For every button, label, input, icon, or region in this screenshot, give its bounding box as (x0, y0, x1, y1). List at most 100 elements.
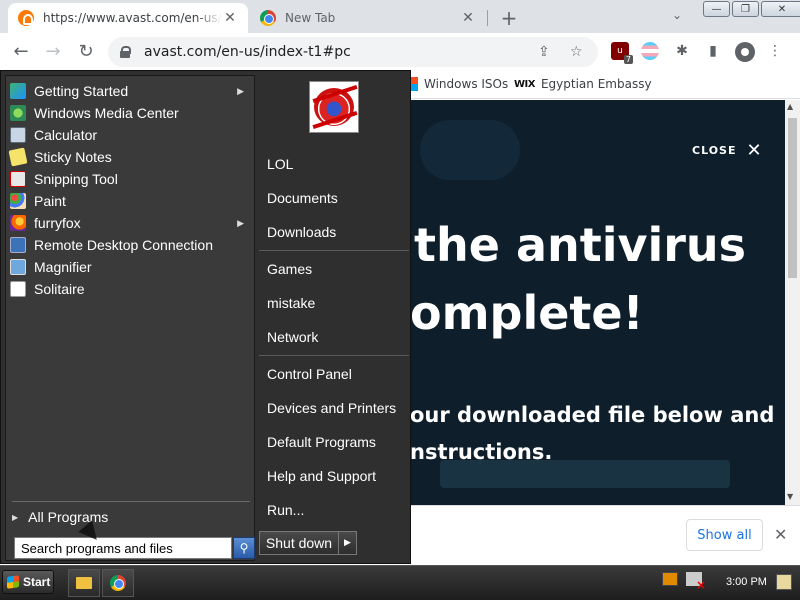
browser-toolbar: ← → ↻ avast.com/en-us/index-t1#pc ⇪ ☆ u … (0, 33, 800, 71)
bookmark-star-icon[interactable]: ☆ (570, 37, 583, 67)
paint-icon (10, 193, 26, 209)
program-solitaire[interactable]: Solitaire (10, 278, 250, 300)
snipping-tool-icon (10, 171, 26, 187)
faded-text-block (440, 460, 730, 488)
ublock-origin-icon[interactable]: u 7 (611, 42, 633, 64)
furryfox-icon (10, 215, 26, 231)
forward-button[interactable]: → (42, 41, 64, 62)
page-close-button[interactable]: CLOSE ✕ (692, 140, 763, 161)
start-link-lol[interactable]: LOL (257, 151, 407, 177)
browser-tab-bar: https://www.avast.com/en-us/index-t1#pc … (0, 0, 800, 33)
tab-title: New Tab (285, 11, 336, 25)
scrollbar-thumb[interactable] (788, 118, 797, 278)
windows-logo-icon (410, 77, 418, 91)
start-search-input[interactable]: Search programs and files (14, 537, 232, 559)
tab-close-button[interactable]: ✕ (460, 10, 476, 26)
window-close-button[interactable]: ✕ (761, 1, 800, 17)
tab-title: https://www.avast.com/en-us/index-t1#pc (43, 11, 222, 25)
start-link-network[interactable]: Network (257, 324, 407, 350)
start-button[interactable]: Start (2, 570, 54, 594)
back-button[interactable]: ← (10, 41, 32, 62)
all-programs-button[interactable]: ▶ All Programs (12, 507, 250, 527)
program-label: Windows Media Center (34, 105, 179, 121)
tab-new-tab[interactable]: New Tab ✕ (250, 3, 486, 33)
chrome-icon (260, 10, 276, 26)
program-furryfox[interactable]: furryfox ▶ (10, 212, 250, 234)
taskbar-clock[interactable]: 3:00 PM (726, 576, 767, 588)
page-scrollbar[interactable]: ▲ ▼ (785, 100, 800, 505)
instruction-line-1: our downloaded file below and (410, 403, 775, 427)
shut-down-options-button[interactable]: ▶ (339, 531, 357, 555)
headline-line-2: omplete! (410, 286, 644, 340)
bookmark-label: Windows ISOs (424, 77, 509, 91)
reload-button[interactable]: ↻ (75, 41, 97, 62)
side-panel-icon[interactable]: ▮ (704, 42, 722, 60)
minimize-button[interactable]: — (703, 1, 730, 17)
ublock-badge: 7 (623, 55, 633, 64)
submenu-arrow-icon: ▶ (237, 217, 244, 228)
program-label: Sticky Notes (34, 149, 112, 165)
extensions-puzzle-icon[interactable]: ✱ (673, 42, 691, 60)
program-remote-desktop-connection[interactable]: Remote Desktop Connection (10, 234, 250, 256)
start-right-divider (259, 355, 409, 356)
tab-search-button[interactable]: ⌄ (672, 8, 682, 22)
program-getting-started[interactable]: Getting Started ▶ (10, 80, 250, 102)
program-paint[interactable]: Paint (10, 190, 250, 212)
start-link-mistake[interactable]: mistake (257, 290, 407, 316)
submenu-arrow-icon: ▶ (237, 85, 244, 96)
profile-avatar-icon[interactable] (735, 42, 755, 62)
address-bar[interactable]: avast.com/en-us/index-t1#pc ⇪ ☆ (108, 37, 598, 67)
action-center-icon[interactable] (776, 574, 792, 590)
start-link-games[interactable]: Games (257, 256, 407, 282)
program-snipping-tool[interactable]: Snipping Tool (10, 168, 250, 190)
program-sticky-notes[interactable]: Sticky Notes (8, 146, 250, 168)
start-link-control-panel[interactable]: Control Panel (257, 361, 407, 387)
search-icon[interactable]: ⚲ (233, 537, 255, 559)
lock-icon[interactable] (120, 46, 131, 58)
start-link-help-and-support[interactable]: Help and Support (257, 463, 407, 489)
sticky-notes-icon (8, 147, 28, 167)
all-programs-label: All Programs (28, 509, 109, 525)
tab-close-button[interactable]: ✕ (222, 10, 238, 26)
program-magnifier[interactable]: Magnifier (10, 256, 250, 278)
show-all-downloads-button[interactable]: Show all (686, 519, 763, 551)
close-label: CLOSE (692, 144, 737, 157)
window-controls: — ❐ ✕ (703, 1, 800, 17)
download-shelf-close-button[interactable]: ✕ (774, 525, 787, 544)
shut-down-button[interactable]: Shut down (259, 531, 339, 555)
start-link-default-programs[interactable]: Default Programs (257, 429, 407, 455)
start-link-devices-and-printers[interactable]: Devices and Printers (257, 395, 407, 421)
tab-divider (487, 10, 488, 26)
share-icon[interactable]: ⇪ (538, 37, 550, 67)
program-label: Snipping Tool (34, 171, 118, 187)
user-account-picture[interactable] (309, 81, 359, 133)
program-windows-media-center[interactable]: Windows Media Center (10, 102, 250, 124)
taskbar-chrome[interactable] (102, 569, 134, 597)
program-calculator[interactable]: Calculator (10, 124, 250, 146)
start-link-run[interactable]: Run... (257, 497, 407, 523)
volume-muted-icon[interactable] (686, 572, 706, 592)
maximize-button[interactable]: ❐ (732, 1, 759, 17)
bookmark-label: Egyptian Embassy (540, 77, 652, 91)
chrome-menu-icon[interactable]: ⋮ (766, 42, 784, 60)
start-menu-programs-pane: Getting Started ▶ Windows Media Center C… (5, 75, 255, 561)
program-label: Magnifier (34, 259, 92, 275)
taskbar-file-explorer[interactable] (68, 569, 100, 597)
wix-icon: WIX (514, 78, 535, 90)
tab-avast[interactable]: https://www.avast.com/en-us/index-t1#pc … (8, 3, 248, 33)
program-label: furryfox (34, 215, 81, 231)
start-link-downloads[interactable]: Downloads (257, 219, 407, 245)
pride-flag-extension-icon[interactable] (641, 42, 659, 60)
system-tray (662, 572, 706, 592)
start-link-documents[interactable]: Documents (257, 185, 407, 211)
all-programs-arrow-icon: ▶ (12, 512, 19, 522)
scroll-down-icon[interactable]: ▼ (787, 492, 793, 501)
remote-desktop-icon (10, 237, 26, 253)
scroll-up-icon[interactable]: ▲ (787, 102, 793, 111)
new-tab-button[interactable]: + (497, 6, 521, 30)
chrome-icon (110, 575, 126, 591)
bookmark-egyptian-embassy[interactable]: WIX Egyptian Embassy (514, 77, 652, 91)
display-icon[interactable] (662, 572, 678, 586)
bookmark-windows-isos[interactable]: Windows ISOs (410, 77, 508, 91)
folder-icon (76, 577, 92, 589)
